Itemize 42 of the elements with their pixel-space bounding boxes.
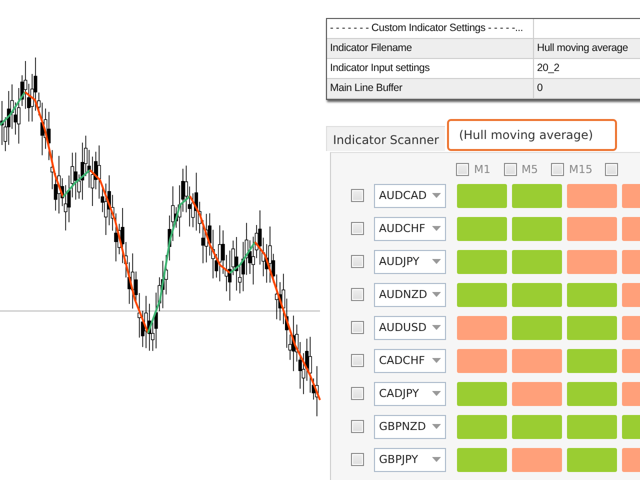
table-cell: 0 — [534, 79, 640, 99]
timeframe-label: M15 — [569, 162, 592, 176]
checkbox[interactable] — [351, 222, 364, 235]
symbol-dropdown[interactable]: AUDCAD — [374, 184, 446, 208]
checkbox[interactable] — [351, 420, 364, 433]
table-header: - - - - - - - Custom Indicator Settings - - - - -... — [327, 19, 534, 39]
checkbox[interactable] — [504, 162, 516, 176]
indicator-label: (Hull moving average) — [446, 119, 618, 151]
symbol-dropdown[interactable]: AUDUSD — [374, 316, 446, 340]
timeframe-label: M1 — [474, 162, 490, 176]
symbol-dropdown[interactable]: AUDJPY — [374, 250, 446, 274]
caret-icon — [432, 424, 441, 429]
table-cell: Main Line Buffer — [327, 79, 534, 99]
caret-icon — [432, 457, 441, 462]
checkbox[interactable] — [351, 354, 364, 367]
symbol-dropdown[interactable]: CADJPY — [374, 382, 446, 406]
table-cell: Indicator Filename — [327, 39, 534, 59]
caret-icon — [432, 226, 441, 231]
caret-icon — [432, 391, 441, 396]
symbol-dropdown[interactable]: AUDNZD — [374, 282, 446, 306]
checkbox[interactable] — [351, 453, 364, 466]
caret-icon — [432, 325, 441, 330]
timeframe-label: M5 — [522, 162, 538, 176]
caret-icon — [432, 358, 441, 363]
checkbox[interactable] — [551, 162, 564, 176]
table-cell: Hull moving average — [534, 39, 640, 59]
checkbox[interactable] — [351, 321, 364, 334]
caret-icon — [432, 292, 441, 297]
symbol-dropdown[interactable]: CADCHF — [374, 348, 446, 372]
checkbox[interactable] — [351, 255, 364, 268]
checkbox[interactable] — [351, 387, 364, 400]
table-cell: Indicator Input settings — [327, 59, 534, 79]
symbol-dropdown[interactable]: GBPJPY — [374, 448, 446, 472]
scanner-tab[interactable]: Indicator Scanner — [326, 126, 445, 150]
symbol-dropdown[interactable]: GBPNZD — [374, 414, 446, 438]
checkbox[interactable] — [604, 162, 618, 176]
caret-icon — [432, 259, 441, 264]
checkbox[interactable] — [456, 162, 469, 176]
caret-icon — [432, 193, 441, 198]
symbol-dropdown[interactable]: AUDCHF — [374, 216, 446, 240]
checkbox[interactable] — [351, 189, 364, 202]
checkbox[interactable] — [351, 288, 364, 301]
